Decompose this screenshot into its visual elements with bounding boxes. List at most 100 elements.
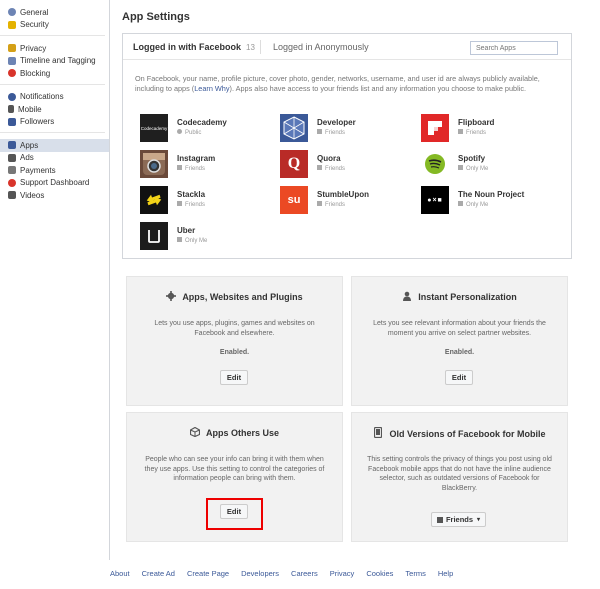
footer-link-privacy[interactable]: Privacy: [330, 569, 355, 578]
sidebar-item-label: General: [20, 7, 49, 17]
app-item-stumbleupon[interactable]: su StumbleUpon Friends: [280, 186, 410, 216]
sidebar-item-mobile[interactable]: Mobile: [0, 103, 105, 116]
chevron-down-icon: ▾: [477, 517, 481, 523]
spotify-icon: [421, 150, 449, 178]
sidebar-group-notifications: Notifications Mobile Followers: [0, 85, 105, 133]
sidebar-item-payments[interactable]: Payments: [0, 164, 109, 177]
tab-logged-in-facebook[interactable]: Logged in with Facebook 13: [133, 42, 255, 52]
highlight-box: [206, 498, 263, 530]
sidebar-item-support-dashboard[interactable]: Support Dashboard: [0, 177, 109, 190]
sidebar-item-label: Blocking: [20, 68, 51, 78]
edit-button[interactable]: Edit: [220, 370, 248, 385]
sidebar-item-timeline-tagging[interactable]: Timeline and Tagging: [0, 55, 105, 68]
lifebuoy-icon: [8, 178, 16, 187]
sidebar-item-label: Mobile: [18, 104, 42, 114]
app-item-uber[interactable]: Uber Only Me: [140, 222, 270, 252]
privacy-icon: [177, 129, 182, 134]
card-title: Old Versions of Facebook for Mobile: [352, 426, 567, 439]
card-status: Enabled.: [444, 349, 475, 356]
edit-button[interactable]: Edit: [445, 370, 473, 385]
sidebar-item-privacy[interactable]: Privacy: [0, 42, 105, 55]
block-icon: [8, 69, 16, 78]
search-apps-input[interactable]: [470, 41, 558, 55]
app-privacy-label: Public: [185, 130, 202, 136]
lock-icon: [458, 165, 463, 170]
gear-icon: [166, 291, 177, 301]
app-item-spotify[interactable]: Spotify Only Me: [421, 150, 551, 180]
quora-icon: Q: [280, 150, 308, 178]
sidebar-item-label: Timeline and Tagging: [20, 56, 96, 66]
app-item-stackla[interactable]: Stackla Friends: [140, 186, 270, 216]
app-privacy-label: Friends: [466, 130, 487, 136]
footer-link-developers[interactable]: Developers: [241, 569, 279, 578]
app-privacy-label: Friends: [325, 202, 346, 208]
sidebar-item-label: Payments: [20, 165, 56, 175]
main-content: App Settings Logged in with Facebook 13 L…: [122, 0, 586, 259]
instagram-icon: [140, 150, 168, 178]
sidebar-item-ads[interactable]: Ads: [0, 152, 109, 165]
sidebar-item-label: Videos: [20, 190, 45, 200]
card-title-text: Old Versions of Facebook for Mobile: [389, 429, 546, 439]
friends-icon: [317, 201, 322, 206]
app-privacy-label: Friends: [185, 166, 206, 172]
flipboard-icon: [421, 114, 449, 142]
card-instant-personalization: Instant Personalization Lets you see rel…: [351, 276, 568, 406]
tab-divider: [260, 40, 261, 54]
app-name: Codecademy: [177, 118, 227, 127]
card-title: Instant Personalization: [352, 291, 567, 302]
app-name: Instagram: [177, 154, 216, 163]
card-description: Lets you see relevant information about …: [373, 320, 546, 337]
app-privacy: Friends: [177, 165, 205, 172]
app-privacy: Friends: [458, 129, 486, 136]
card-description: Lets you use apps, plugins, games and we…: [154, 320, 315, 337]
sidebar-item-apps[interactable]: Apps: [0, 139, 109, 152]
sidebar-item-blocking[interactable]: Blocking: [0, 67, 105, 80]
card-description: People who can see your info can bring i…: [144, 456, 325, 482]
friends-icon: [317, 129, 322, 134]
app-name: StumbleUpon: [317, 190, 369, 199]
sidebar-item-label: Privacy: [20, 43, 47, 53]
app-privacy-label: Only Me: [466, 202, 489, 208]
app-item-flipboard[interactable]: Flipboard Friends: [421, 114, 551, 144]
app-name: Flipboard: [458, 118, 495, 127]
app-item-codecademy[interactable]: Codecademy Codecademy Public: [140, 114, 270, 144]
apps-tabs: Logged in with Facebook 13 Logged in Anon…: [123, 34, 571, 60]
app-item-quora[interactable]: Q Quora Friends: [280, 150, 410, 180]
app-privacy-label: Only Me: [185, 238, 208, 244]
sidebar-group-account: General Security: [0, 0, 105, 36]
app-item-noun-project[interactable]: ●×■ The Noun Project Only Me: [421, 186, 551, 216]
person-icon: [402, 291, 412, 301]
friends-icon: [436, 516, 443, 523]
sidebar-item-label: Notifications: [20, 92, 64, 102]
app-item-developer[interactable]: Developer Friends: [280, 114, 410, 144]
footer-link-terms[interactable]: Terms: [405, 569, 425, 578]
footer-link-create-ad[interactable]: Create Ad: [142, 569, 175, 578]
lock-icon: [8, 44, 16, 53]
footer-link-create-page[interactable]: Create Page: [187, 569, 229, 578]
stackla-icon: [140, 186, 168, 214]
sidebar-item-notifications[interactable]: Notifications: [0, 91, 105, 104]
app-privacy: Friends: [317, 165, 345, 172]
footer-link-careers[interactable]: Careers: [291, 569, 318, 578]
sidebar-item-videos[interactable]: Videos: [0, 189, 109, 202]
audience-label: Friends: [445, 515, 474, 524]
sidebar-item-followers[interactable]: Followers: [0, 116, 105, 129]
apps-description: On Facebook, your name, profile picture,…: [135, 74, 565, 93]
audience-selector-button[interactable]: Friends ▾: [431, 512, 486, 527]
app-privacy: Friends: [317, 129, 345, 136]
app-privacy-label: Friends: [325, 166, 346, 172]
sidebar-item-security[interactable]: Security: [0, 19, 105, 32]
app-privacy: Only Me: [177, 237, 207, 244]
sidebar-item-general[interactable]: General: [0, 6, 105, 19]
learn-why-link[interactable]: Learn Why: [194, 84, 229, 93]
footer-link-cookies[interactable]: Cookies: [366, 569, 393, 578]
app-name: Developer: [317, 118, 356, 127]
footer-link-help[interactable]: Help: [438, 569, 453, 578]
timeline-icon: [8, 56, 16, 65]
footer-link-about[interactable]: About: [110, 569, 130, 578]
payments-icon: [8, 166, 16, 175]
app-item-instagram[interactable]: Instagram Friends: [140, 150, 270, 180]
tab-logged-in-anonymously[interactable]: Logged in Anonymously: [273, 42, 369, 52]
app-privacy-label: Friends: [325, 130, 346, 136]
sidebar-item-label: Security: [20, 20, 49, 30]
